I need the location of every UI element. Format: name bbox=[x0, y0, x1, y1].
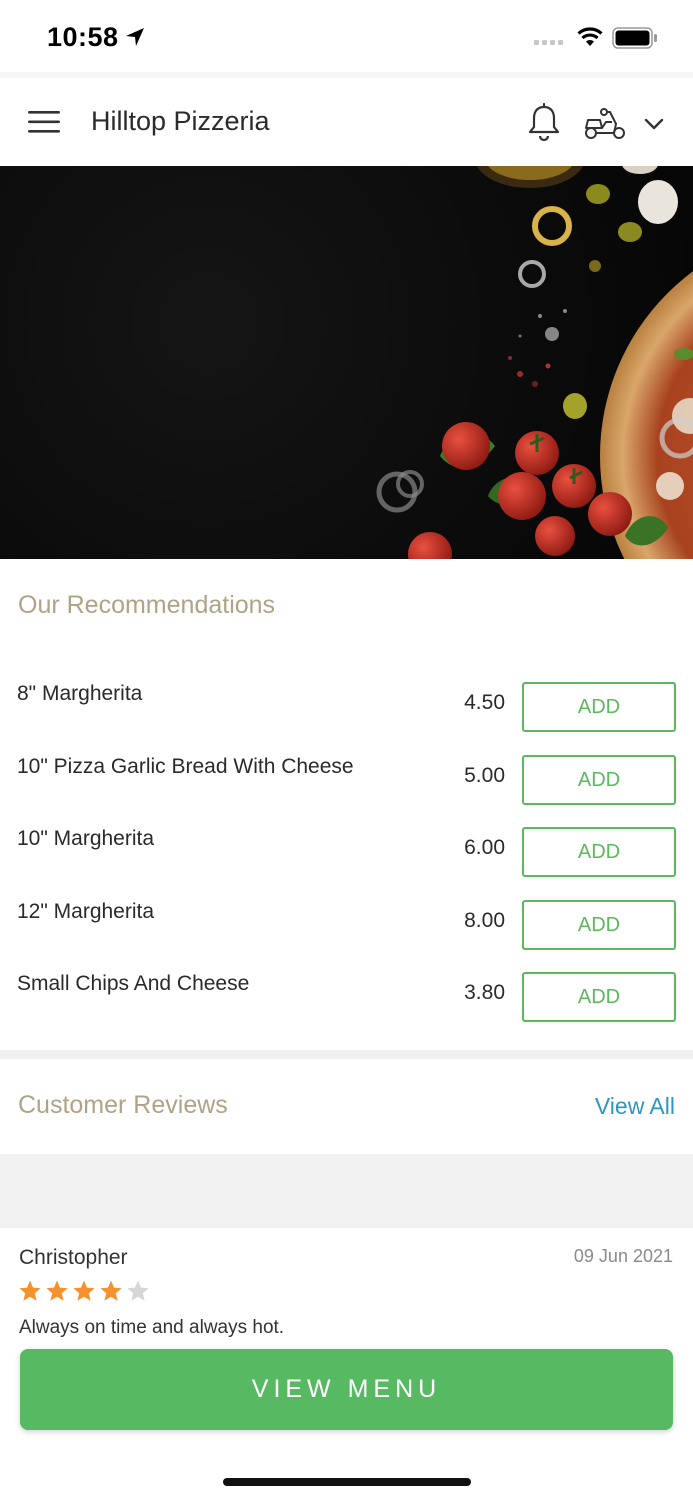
recommendations-title: Our Recommendations bbox=[18, 591, 276, 619]
add-button[interactable]: ADD bbox=[522, 900, 676, 950]
recommendation-item: 8" Margherita 4.50 ADD bbox=[0, 682, 693, 736]
add-button[interactable]: ADD bbox=[522, 972, 676, 1022]
section-divider bbox=[0, 1050, 693, 1059]
notifications-button[interactable] bbox=[526, 102, 562, 142]
star-rating bbox=[18, 1279, 150, 1305]
bell-icon bbox=[528, 102, 560, 142]
home-indicator bbox=[223, 1478, 471, 1486]
star-icon bbox=[73, 1280, 95, 1301]
reviewer-name: Christopher bbox=[19, 1246, 128, 1269]
item-price: 3.80 bbox=[464, 981, 505, 1004]
recommendation-item: Small Chips And Cheese 3.80 ADD bbox=[0, 972, 693, 1026]
item-price: 6.00 bbox=[464, 836, 505, 859]
item-price: 5.00 bbox=[464, 764, 505, 787]
menu-icon bbox=[28, 111, 60, 133]
page-title: Hilltop Pizzeria bbox=[91, 106, 270, 136]
status-time: 10:58 bbox=[47, 22, 119, 52]
item-price: 8.00 bbox=[464, 909, 505, 932]
signal-icon bbox=[534, 40, 563, 45]
add-button[interactable]: ADD bbox=[522, 755, 676, 805]
view-menu-button[interactable]: VIEW MENU bbox=[20, 1349, 673, 1430]
item-name: Small Chips And Cheese bbox=[17, 972, 250, 995]
location-arrow-icon bbox=[126, 28, 144, 46]
add-button[interactable]: ADD bbox=[522, 827, 676, 877]
item-name: 10" Margherita bbox=[17, 827, 155, 850]
pizza-ingredients-illustration bbox=[376, 166, 693, 559]
item-name: 12" Margherita bbox=[17, 900, 155, 923]
status-bar: 10:58 bbox=[0, 0, 693, 72]
star-icon bbox=[127, 1280, 149, 1301]
recommendation-item: 10" Pizza Garlic Bread With Cheese 5.00 … bbox=[0, 755, 693, 809]
wifi-icon bbox=[577, 27, 603, 46]
add-button[interactable]: ADD bbox=[522, 682, 676, 732]
recommendation-item: 12" Margherita 8.00 ADD bbox=[0, 900, 693, 954]
review-text: Always on time and always hot. bbox=[19, 1317, 285, 1338]
reviews-title: Customer Reviews bbox=[18, 1091, 228, 1119]
scooter-icon bbox=[585, 108, 625, 139]
battery-icon bbox=[612, 27, 657, 49]
view-all-reviews-link[interactable]: View All bbox=[595, 1093, 675, 1120]
item-name: 10" Pizza Garlic Bread With Cheese bbox=[17, 755, 354, 778]
chevron-down-button[interactable] bbox=[642, 114, 666, 134]
item-price: 4.50 bbox=[464, 691, 505, 714]
delivery-mode-button[interactable] bbox=[582, 106, 628, 142]
star-icon bbox=[46, 1280, 68, 1301]
app-header: Hilltop Pizzeria bbox=[0, 72, 693, 166]
chevron-down-icon bbox=[644, 118, 664, 130]
menu-button[interactable] bbox=[28, 110, 62, 134]
review-date: 09 Jun 2021 bbox=[573, 1246, 673, 1266]
star-icon bbox=[100, 1280, 122, 1301]
hero-image bbox=[0, 166, 693, 559]
reviews-background-band bbox=[0, 1154, 693, 1228]
recommendation-item: 10" Margherita 6.00 ADD bbox=[0, 827, 693, 881]
item-name: 8" Margherita bbox=[17, 682, 143, 705]
star-icon bbox=[19, 1280, 41, 1301]
